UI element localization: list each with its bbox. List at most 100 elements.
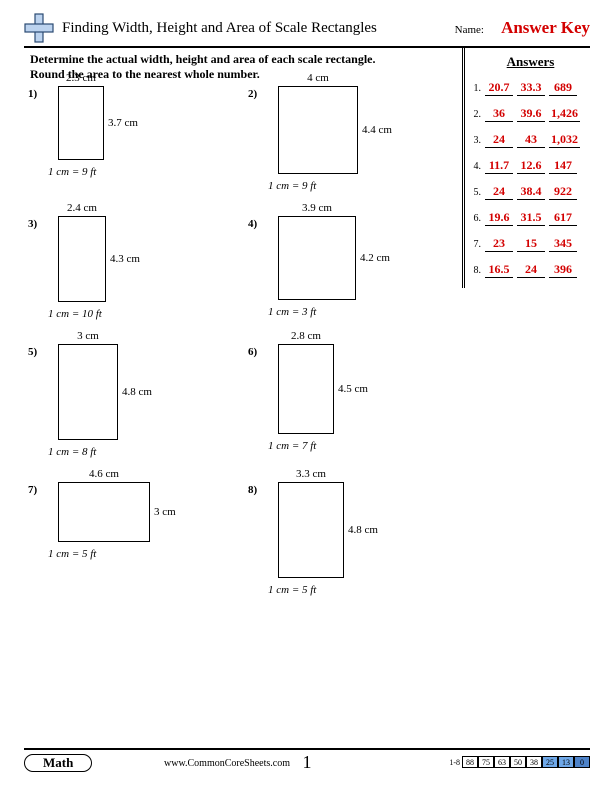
answer-key-label: Answer Key bbox=[501, 18, 590, 38]
score-range: 1-8 bbox=[449, 758, 460, 767]
site-url: www.CommonCoreSheets.com bbox=[164, 758, 290, 769]
answer-number: 7. bbox=[471, 239, 481, 250]
plus-logo-icon bbox=[24, 13, 54, 43]
width-label: 2.4 cm bbox=[58, 202, 106, 214]
height-label: 4.4 cm bbox=[362, 124, 392, 136]
footer: Math www.CommonCoreSheets.com 1 1-8 8875… bbox=[24, 748, 590, 776]
answer-width: 36 bbox=[485, 106, 513, 122]
answer-area: 396 bbox=[549, 262, 577, 278]
problem: 1)2.3 cm3.7 cm1 cm = 9 ft bbox=[30, 86, 220, 192]
problem-row: 1)2.3 cm3.7 cm1 cm = 9 ft2)4 cm4.4 cm1 c… bbox=[30, 86, 450, 192]
scale-rectangle bbox=[58, 482, 150, 542]
answer-width: 24 bbox=[485, 184, 513, 200]
answer-area: 617 bbox=[549, 210, 577, 226]
answer-number: 8. bbox=[471, 265, 481, 276]
worksheet-title: Finding Width, Height and Area of Scale … bbox=[62, 20, 377, 37]
page-number: 1 bbox=[303, 752, 312, 773]
scale-rectangle bbox=[58, 344, 118, 440]
problem-number: 1) bbox=[28, 88, 37, 100]
answer-number: 1. bbox=[471, 83, 481, 94]
problem: 7)4.6 cm3 cm1 cm = 5 ft bbox=[30, 482, 220, 596]
name-label: Name: bbox=[455, 24, 484, 36]
answer-width: 23 bbox=[485, 236, 513, 252]
answer-width: 16.5 bbox=[485, 262, 513, 278]
answer-area: 147 bbox=[549, 158, 577, 174]
width-label: 2.3 cm bbox=[58, 72, 104, 84]
scale-rectangle bbox=[278, 86, 358, 174]
problem: 8)3.3 cm4.8 cm1 cm = 5 ft bbox=[250, 482, 440, 596]
answer-height: 15 bbox=[517, 236, 545, 252]
answer-area: 1,032 bbox=[549, 132, 580, 148]
answer-row: 4.11.712.6147 bbox=[471, 158, 590, 174]
height-label: 4.8 cm bbox=[348, 524, 378, 536]
score-cell: 25 bbox=[542, 756, 558, 768]
answer-height: 31.5 bbox=[517, 210, 545, 226]
scale-note: 1 cm = 9 ft bbox=[48, 166, 220, 178]
width-label: 3.3 cm bbox=[278, 468, 344, 480]
problems-area: 1)2.3 cm3.7 cm1 cm = 9 ft2)4 cm4.4 cm1 c… bbox=[30, 86, 450, 620]
answer-height: 33.3 bbox=[517, 80, 545, 96]
answer-width: 24 bbox=[485, 132, 513, 148]
answer-height: 43 bbox=[517, 132, 545, 148]
score-strip: 1-8 887563503825130 bbox=[449, 756, 590, 768]
header: Finding Width, Height and Area of Scale … bbox=[24, 10, 590, 48]
problem: 2)4 cm4.4 cm1 cm = 9 ft bbox=[250, 86, 440, 192]
answer-row: 6. 19.631.5617 bbox=[471, 210, 590, 226]
answer-row: 8. 16.524396 bbox=[471, 262, 590, 278]
answer-number: 5. bbox=[471, 187, 481, 198]
answer-width: 20.7 bbox=[485, 80, 513, 96]
width-label: 3.9 cm bbox=[278, 202, 356, 214]
score-cell: 63 bbox=[494, 756, 510, 768]
answer-height: 38.4 bbox=[517, 184, 545, 200]
answer-area: 922 bbox=[549, 184, 577, 200]
answer-area: 689 bbox=[549, 80, 577, 96]
problem-number: 2) bbox=[248, 88, 257, 100]
height-label: 4.3 cm bbox=[110, 253, 140, 265]
answer-row: 5. 2438.4922 bbox=[471, 184, 590, 200]
answer-number: 6. bbox=[471, 213, 481, 224]
problem-number: 6) bbox=[248, 346, 257, 358]
scale-note: 1 cm = 7 ft bbox=[268, 440, 440, 452]
answer-width: 19.6 bbox=[485, 210, 513, 226]
problem: 3)2.4 cm4.3 cm1 cm = 10 ft bbox=[30, 216, 220, 320]
scale-rectangle bbox=[58, 86, 104, 160]
problem-number: 5) bbox=[28, 346, 37, 358]
scale-note: 1 cm = 5 ft bbox=[268, 584, 440, 596]
instructions-line: Determine the actual width, height and a… bbox=[30, 52, 376, 67]
answer-area: 345 bbox=[549, 236, 577, 252]
problem-number: 4) bbox=[248, 218, 257, 230]
problem-number: 3) bbox=[28, 218, 37, 230]
score-cell: 0 bbox=[574, 756, 590, 768]
answer-number: 3. bbox=[471, 135, 481, 146]
height-label: 3.7 cm bbox=[108, 117, 138, 129]
answer-row: 7. 2315345 bbox=[471, 236, 590, 252]
answer-row: 3. 24431,032 bbox=[471, 132, 590, 148]
scale-note: 1 cm = 5 ft bbox=[48, 548, 220, 560]
answer-number: 4. bbox=[471, 161, 481, 172]
answer-height: 24 bbox=[517, 262, 545, 278]
problem-row: 7)4.6 cm3 cm1 cm = 5 ft8)3.3 cm4.8 cm1 c… bbox=[30, 482, 450, 596]
scale-rectangle bbox=[278, 344, 334, 434]
problem: 5)3 cm4.8 cm1 cm = 8 ft bbox=[30, 344, 220, 458]
width-label: 2.8 cm bbox=[278, 330, 334, 342]
scale-note: 1 cm = 9 ft bbox=[268, 180, 440, 192]
height-label: 4.8 cm bbox=[122, 386, 152, 398]
scale-note: 1 cm = 8 ft bbox=[48, 446, 220, 458]
scale-note: 1 cm = 3 ft bbox=[268, 306, 440, 318]
answer-row: 1. 20.733.3689 bbox=[471, 80, 590, 96]
score-cell: 50 bbox=[510, 756, 526, 768]
width-label: 4.6 cm bbox=[58, 468, 150, 480]
width-label: 3 cm bbox=[58, 330, 118, 342]
answer-height: 12.6 bbox=[517, 158, 545, 174]
problem: 4)3.9 cm4.2 cm1 cm = 3 ft bbox=[250, 216, 440, 320]
scale-note: 1 cm = 10 ft bbox=[48, 308, 220, 320]
answers-panel: Answers 1.20.733.36892.3639.61,4263.2443… bbox=[462, 48, 590, 288]
score-cell: 13 bbox=[558, 756, 574, 768]
answer-number: 2. bbox=[471, 109, 481, 120]
problem-number: 7) bbox=[28, 484, 37, 496]
subject-badge: Math bbox=[24, 754, 92, 772]
answers-heading: Answers bbox=[471, 54, 590, 70]
worksheet-page: { "header": { "title": "Finding Width, H… bbox=[0, 0, 612, 792]
problem: 6)2.8 cm4.5 cm1 cm = 7 ft bbox=[250, 344, 440, 458]
answer-height: 39.6 bbox=[517, 106, 545, 122]
